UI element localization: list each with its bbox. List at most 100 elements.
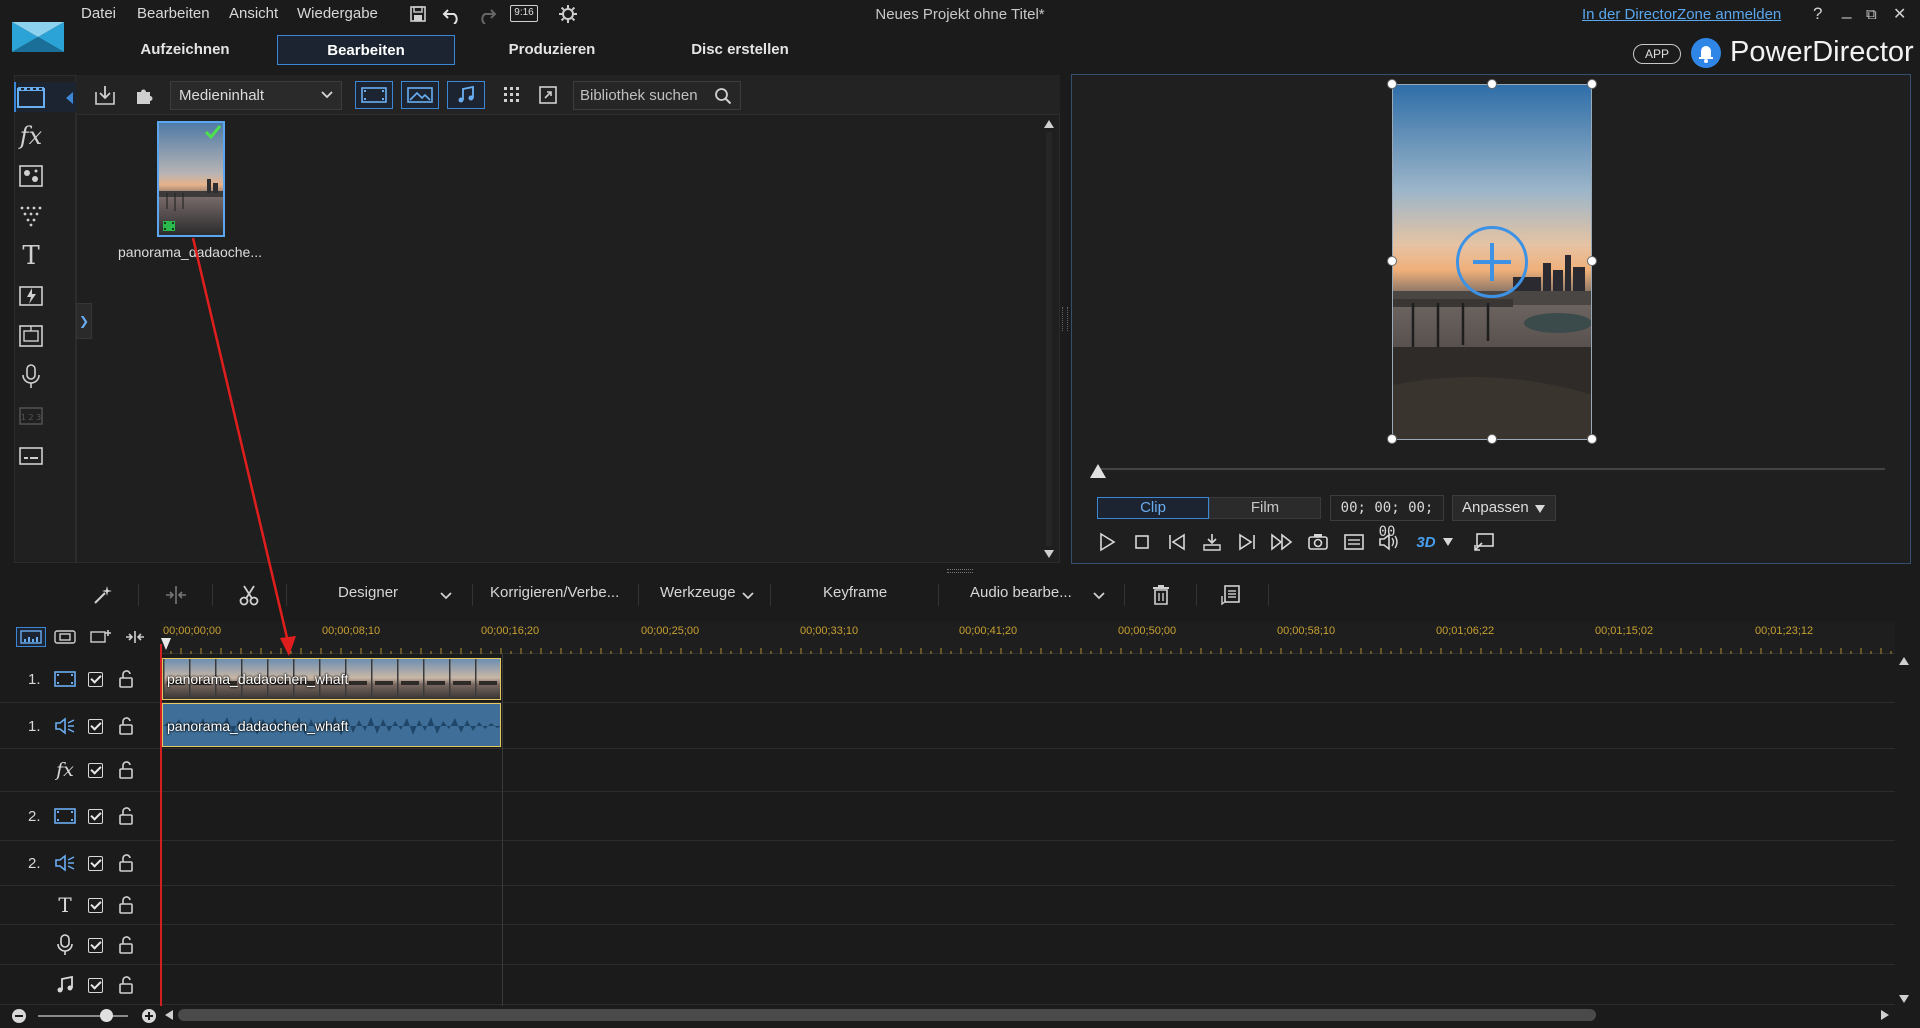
menu-bearbeiten[interactable]: Bearbeiten	[137, 5, 210, 22]
previous-frame-icon[interactable]	[1163, 529, 1191, 555]
preview-mode-clip[interactable]: Clip	[1097, 497, 1209, 519]
zoom-out-icon[interactable]	[12, 1009, 26, 1023]
timeline-horizontal-scrollbar[interactable]	[178, 1009, 1596, 1021]
media-content-dropdown[interactable]: Medieninhalt	[170, 81, 342, 110]
fit-timeline-button[interactable]	[120, 627, 150, 647]
delete-trash-icon[interactable]	[1146, 582, 1176, 608]
subtitle-preview-icon[interactable]	[1340, 529, 1368, 555]
minimize-button[interactable]: _	[1842, 0, 1851, 20]
unlock-icon[interactable]	[118, 976, 134, 994]
preview-timecode[interactable]: 00; 00; 00; 00	[1330, 495, 1444, 540]
stereo-3d-dropdown-icon[interactable]	[1441, 529, 1455, 555]
unlock-icon[interactable]	[118, 936, 134, 954]
timeline-video-clip[interactable]: panorama_dadaochen_whaft	[162, 658, 501, 700]
unlock-icon[interactable]	[118, 896, 134, 914]
search-icon[interactable]	[714, 87, 732, 105]
media-room-icon[interactable]	[14, 81, 48, 113]
video-filter-button[interactable]	[355, 81, 393, 109]
library-scrollbar[interactable]	[1041, 118, 1057, 560]
restore-button[interactable]: ⧉	[1866, 6, 1877, 23]
track-enable-checkbox[interactable]	[88, 898, 103, 913]
audio-edit-dropdown[interactable]: Audio bearbe...	[970, 584, 1072, 601]
magic-tools-icon[interactable]	[88, 582, 118, 608]
directorzone-login-link[interactable]: In der DirectorZone anmelden	[1582, 6, 1781, 23]
aspect-ratio-button[interactable]: 9:16	[510, 5, 538, 22]
expand-panel-arrow-icon[interactable]: ❯	[76, 303, 92, 339]
resize-handle-top[interactable]	[1487, 79, 1497, 89]
title-room-icon[interactable]: T	[14, 240, 48, 272]
tab-produzieren[interactable]: Produzieren	[462, 35, 642, 65]
timeline-view-button[interactable]	[16, 627, 46, 647]
resize-handle-bottom-right[interactable]	[1587, 434, 1597, 444]
chapter-room-icon[interactable]: 1 2 3	[14, 400, 48, 432]
menu-datei[interactable]: Datei	[81, 5, 116, 22]
next-frame-icon[interactable]	[1233, 529, 1261, 555]
audio-filter-button[interactable]	[447, 81, 485, 109]
designer-dropdown[interactable]: Designer	[338, 584, 398, 601]
playhead-line[interactable]	[160, 644, 162, 1006]
move-crosshair-icon[interactable]	[1456, 226, 1528, 298]
keyframe-button[interactable]: Keyframe	[823, 584, 887, 601]
zoom-slider-track[interactable]	[38, 1015, 128, 1017]
transitions-icon[interactable]	[14, 280, 48, 312]
track-enable-checkbox[interactable]	[88, 856, 103, 871]
playhead-marker[interactable]	[161, 638, 171, 650]
track-enable-checkbox[interactable]	[88, 672, 103, 687]
tools-dropdown[interactable]: Werkzeuge	[660, 584, 736, 601]
redo-icon[interactable]	[477, 4, 497, 24]
designer-chevron-down-icon[interactable]	[440, 592, 452, 600]
scissors-icon[interactable]	[234, 582, 264, 608]
close-button[interactable]: ✕	[1893, 4, 1906, 24]
resize-handle-top-right[interactable]	[1587, 79, 1597, 89]
split-clip-icon[interactable]	[161, 582, 191, 608]
marker-down-icon[interactable]	[1198, 529, 1226, 555]
panel-splitter-vertical[interactable]	[1062, 307, 1068, 331]
zoom-in-icon[interactable]	[142, 1009, 156, 1023]
import-media-icon[interactable]	[87, 81, 123, 109]
expand-view-icon[interactable]	[530, 81, 566, 109]
panel-splitter-horizontal[interactable]	[947, 569, 973, 573]
storyboard-view-button[interactable]	[50, 627, 80, 647]
unlock-icon[interactable]	[118, 807, 134, 825]
sort-grid-icon[interactable]	[494, 81, 530, 109]
fix-enhance-button[interactable]: Korrigieren/Verbe...	[490, 584, 619, 601]
unlock-icon[interactable]	[118, 670, 134, 688]
stop-icon[interactable]	[1128, 529, 1156, 555]
pip-designer-icon[interactable]	[14, 320, 48, 352]
menu-wiedergabe[interactable]: Wiedergabe	[297, 5, 378, 22]
plugin-puzzle-icon[interactable]	[127, 81, 163, 109]
fast-forward-icon[interactable]	[1268, 529, 1296, 555]
image-filter-button[interactable]	[401, 81, 439, 109]
add-track-button[interactable]	[86, 627, 116, 647]
unlock-icon[interactable]	[118, 854, 134, 872]
library-search-input[interactable]: Bibliothek suchen	[573, 81, 741, 110]
more-functions-icon[interactable]	[1216, 582, 1246, 608]
subtitle-room-icon[interactable]	[14, 440, 48, 472]
track-enable-checkbox[interactable]	[88, 763, 103, 778]
tools-chevron-down-icon[interactable]	[742, 592, 754, 600]
resize-handle-left[interactable]	[1387, 256, 1397, 266]
resize-handle-bottom-left[interactable]	[1387, 434, 1397, 444]
volume-icon[interactable]	[1375, 529, 1403, 555]
unlock-icon[interactable]	[118, 761, 134, 779]
notification-bell-icon[interactable]	[1691, 38, 1721, 68]
resize-handle-right[interactable]	[1587, 256, 1597, 266]
stereo-3d-button[interactable]: 3D	[1412, 529, 1440, 555]
resize-handle-top-left[interactable]	[1387, 79, 1397, 89]
help-button[interactable]: ?	[1813, 4, 1822, 24]
tab-disc-erstellen[interactable]: Disc erstellen	[650, 35, 830, 65]
zoom-slider-knob[interactable]	[100, 1009, 113, 1022]
timeline-vertical-scrollbar[interactable]	[1895, 655, 1913, 1005]
transition-room-icon[interactable]	[14, 200, 48, 232]
preview-scrub-knob[interactable]	[1090, 464, 1106, 478]
menu-ansicht[interactable]: Ansicht	[229, 5, 278, 22]
track-enable-checkbox[interactable]	[88, 719, 103, 734]
media-thumbnail[interactable]	[157, 121, 225, 237]
audio-edit-chevron-down-icon[interactable]	[1093, 592, 1105, 600]
timeline-audio-clip[interactable]: panorama_dadaochen_whaft	[162, 703, 501, 747]
particle-room-icon[interactable]	[14, 160, 48, 192]
tab-aufzeichnen[interactable]: Aufzeichnen	[100, 35, 270, 65]
scroll-left-icon[interactable]	[164, 1009, 174, 1021]
track-enable-checkbox[interactable]	[88, 809, 103, 824]
scroll-right-icon[interactable]	[1880, 1009, 1890, 1021]
